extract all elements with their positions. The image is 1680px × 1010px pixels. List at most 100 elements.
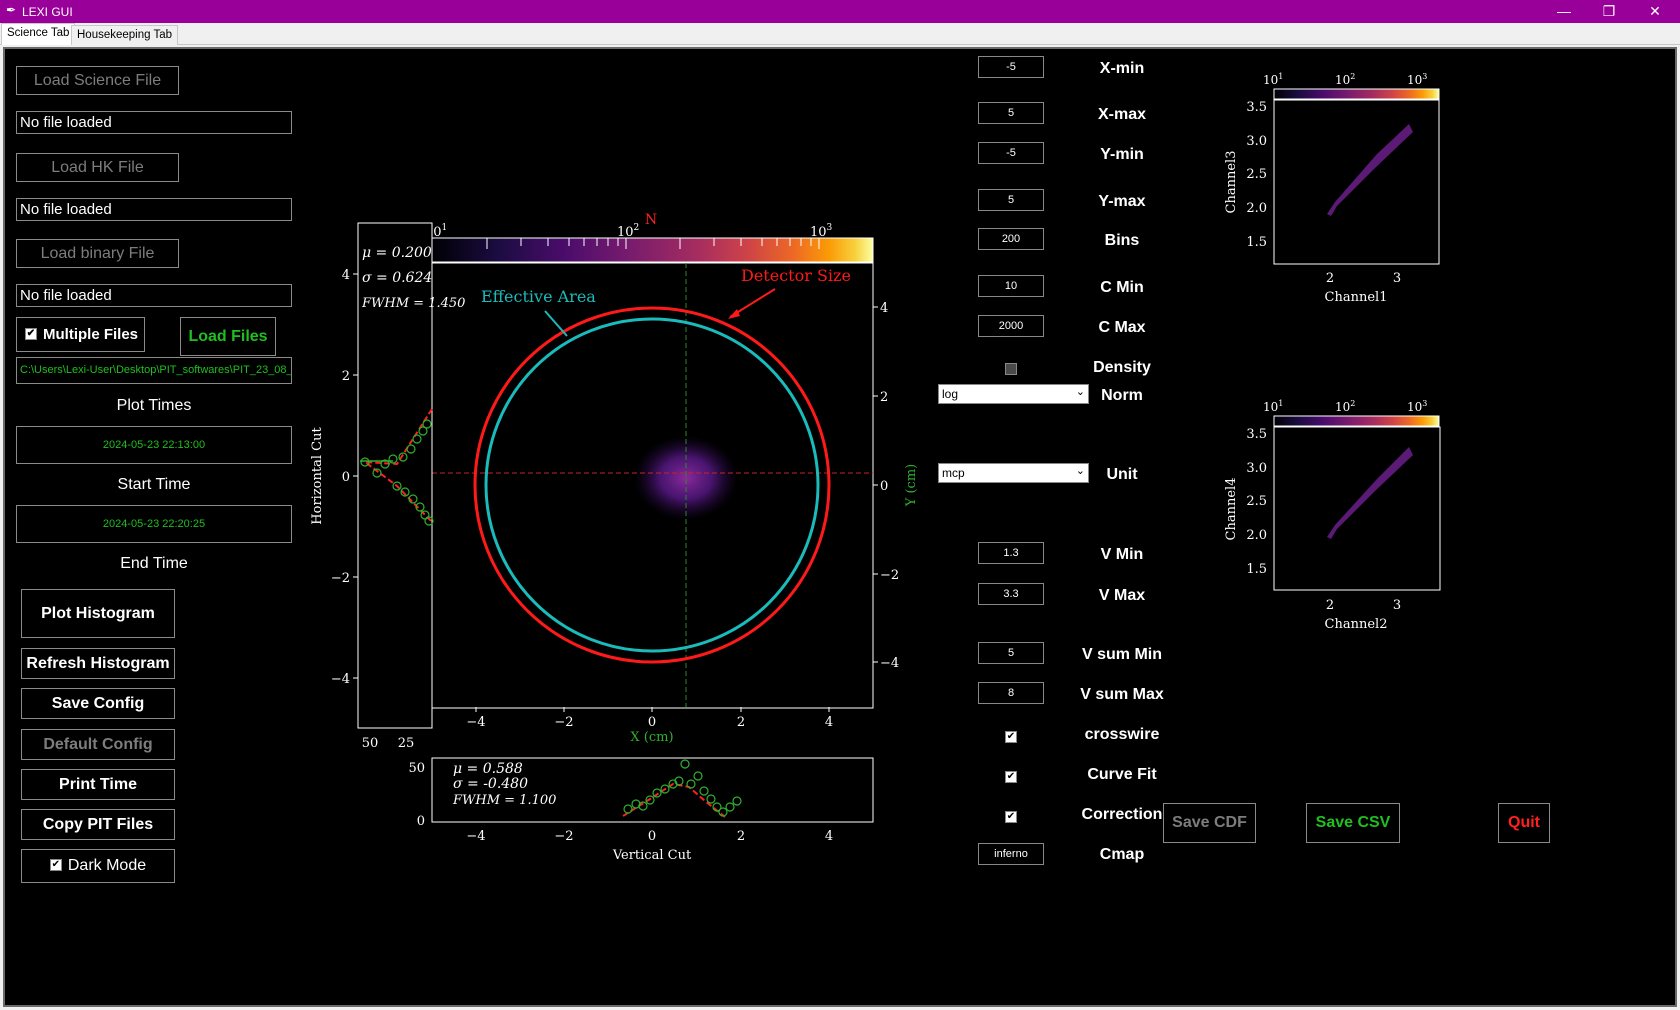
x-tick-label: −2 xyxy=(554,715,573,730)
print-time-button[interactable]: Print Time xyxy=(21,769,175,800)
window-title: LEXI GUI xyxy=(22,5,73,19)
side2-x-tick: 2 xyxy=(1326,598,1334,613)
unit-label: Unit xyxy=(1106,466,1138,483)
multiple-files-check-icon[interactable]: ✔ xyxy=(25,328,37,341)
right-y-tick-label: 2 xyxy=(880,390,888,405)
xmin-label: X-min xyxy=(1099,60,1145,77)
vmin-label: V Min xyxy=(1100,546,1144,563)
dark-mode-check-icon[interactable]: ✔ xyxy=(49,858,62,871)
vcut-x-tick-label: 2 xyxy=(737,829,745,844)
left-y-tick-label: −4 xyxy=(331,672,350,687)
tab-bar: Science Tab Housekeeping Tab xyxy=(0,23,1680,45)
vsummax-input[interactable]: 8 xyxy=(978,682,1044,704)
side-colorbar-1 xyxy=(1273,88,1440,100)
multiple-files-checkbox[interactable]: ✔ Multiple Files xyxy=(16,317,145,352)
colorbar-tick-3: 103 xyxy=(810,223,833,240)
title-bar: ✒ LEXI GUI — ❐ ✕ xyxy=(0,0,1680,23)
vmax-input[interactable]: 3.3 xyxy=(978,583,1044,605)
correction-checkbox[interactable]: ✔ xyxy=(1005,811,1017,823)
vsummin-input[interactable]: 5 xyxy=(978,642,1044,664)
vcut-y-tick-label: 0 xyxy=(417,814,425,829)
side1-y-tick: 2.5 xyxy=(1246,167,1267,182)
save-config-button[interactable]: Save Config xyxy=(21,688,175,719)
quit-button[interactable]: Quit xyxy=(1498,803,1550,843)
minimize-button[interactable]: — xyxy=(1541,0,1587,23)
vertical-cut-label: Vertical Cut xyxy=(612,848,692,863)
right-y-tick-label: 4 xyxy=(880,301,888,316)
path-field[interactable]: C:\Users\Lexi-User\Desktop\PIT_softwares… xyxy=(16,357,292,384)
cmap-label: Cmap xyxy=(1099,846,1145,863)
start-time-field[interactable]: 2024-05-23 22:20:25 xyxy=(16,505,292,543)
side2-y-label: Channel4 xyxy=(1224,478,1239,541)
load-hk-file-button[interactable]: Load HK File xyxy=(16,153,179,182)
xmin-input[interactable]: -5 xyxy=(978,56,1044,78)
vcut-fwhm: FWHM = 1.100 xyxy=(452,793,556,808)
science-file-field[interactable]: No file loaded xyxy=(16,111,292,134)
side1-x-tick: 3 xyxy=(1393,271,1401,286)
tab-housekeeping[interactable]: Housekeeping Tab xyxy=(71,25,179,45)
save-csv-button[interactable]: Save CSV xyxy=(1306,803,1400,843)
load-binary-file-button[interactable]: Load binary File xyxy=(16,239,179,268)
restore-button[interactable]: ❐ xyxy=(1586,0,1632,23)
right-y-tick-label: −4 xyxy=(880,656,899,671)
cmax-input[interactable]: 2000 xyxy=(978,315,1044,337)
side2-y-tick: 3.0 xyxy=(1246,461,1267,476)
side1-cb-tick: 101 xyxy=(1263,72,1283,87)
x-tick-label: 4 xyxy=(825,715,833,730)
colorbar-label: N xyxy=(645,212,657,228)
cmin-input[interactable]: 10 xyxy=(978,275,1044,297)
horizontal-cut-label: Horizontal Cut xyxy=(310,427,325,525)
unit-value: mcp xyxy=(942,466,965,480)
right-y-tick-label: 0 xyxy=(880,479,888,494)
vsummax-label: V sum Max xyxy=(1080,686,1164,703)
plot-time-field[interactable]: 2024-05-23 22:13:00 xyxy=(16,426,292,464)
x-tick-label: 2 xyxy=(737,715,745,730)
cmin-label: C Min xyxy=(1100,279,1144,296)
side2-y-tick: 2.0 xyxy=(1246,528,1267,543)
colorbar xyxy=(431,237,874,263)
ymin-input[interactable]: -5 xyxy=(978,142,1044,164)
save-cdf-button[interactable]: Save CDF xyxy=(1163,803,1256,843)
binary-file-field[interactable]: No file loaded xyxy=(16,284,292,307)
cmap-input[interactable]: inferno xyxy=(978,843,1044,865)
default-config-button[interactable]: Default Config xyxy=(21,729,175,760)
side2-x-label: Channel2 xyxy=(1325,617,1388,632)
xmax-input[interactable]: 5 xyxy=(978,102,1044,124)
side1-y-tick: 1.5 xyxy=(1246,235,1267,250)
hk-file-field[interactable]: No file loaded xyxy=(16,198,292,221)
xmax-label: X-max xyxy=(1097,106,1147,123)
vmin-input[interactable]: 1.3 xyxy=(978,542,1044,564)
dark-mode-checkbox[interactable]: ✔ Dark Mode xyxy=(21,849,175,883)
vcut-sigma: σ = -0.480 xyxy=(453,776,528,792)
detector-size-label: Detector Size xyxy=(741,266,851,285)
crosswire-checkbox[interactable]: ✔ xyxy=(1005,731,1017,743)
plot-histogram-button[interactable]: Plot Histogram xyxy=(21,589,175,638)
side2-y-tick: 2.5 xyxy=(1246,494,1267,509)
side1-y-label: Channel3 xyxy=(1224,151,1239,214)
side1-cb-tick: 103 xyxy=(1407,72,1427,87)
effective-area-label: Effective Area xyxy=(481,287,596,306)
x-tick-label: 0 xyxy=(648,715,656,730)
histogram-figure: N 101 102 103 Effective Area Detector Si… xyxy=(310,212,919,863)
x-axis-label: X (cm) xyxy=(630,730,673,745)
curve-fit-checkbox[interactable]: ✔ xyxy=(1005,771,1017,783)
hcut-sigma: σ = 0.624 xyxy=(362,270,432,286)
load-files-button[interactable]: Load Files xyxy=(180,317,276,356)
x-tick-label: −4 xyxy=(466,715,485,730)
copy-pit-files-button[interactable]: Copy PIT Files xyxy=(21,809,175,840)
load-science-file-button[interactable]: Load Science File xyxy=(16,66,179,95)
tab-science[interactable]: Science Tab xyxy=(1,23,76,45)
ymax-input[interactable]: 5 xyxy=(978,189,1044,211)
density-checkbox[interactable] xyxy=(1005,363,1017,375)
density-label: Density xyxy=(1093,359,1151,376)
ymin-label: Y-min xyxy=(1100,146,1144,163)
close-button[interactable]: ✕ xyxy=(1632,0,1678,23)
right-y-ticks xyxy=(873,306,878,663)
hcut-mu: μ = 0.200 xyxy=(362,245,432,261)
hcut-x-tick-label: 25 xyxy=(398,736,415,751)
vsummin-label: V sum Min xyxy=(1081,646,1162,663)
bins-input[interactable]: 200 xyxy=(978,228,1044,250)
refresh-histogram-button[interactable]: Refresh Histogram xyxy=(21,648,175,679)
colorbar-tick-2: 102 xyxy=(617,223,639,240)
left-y-tick-label: 0 xyxy=(342,470,350,485)
